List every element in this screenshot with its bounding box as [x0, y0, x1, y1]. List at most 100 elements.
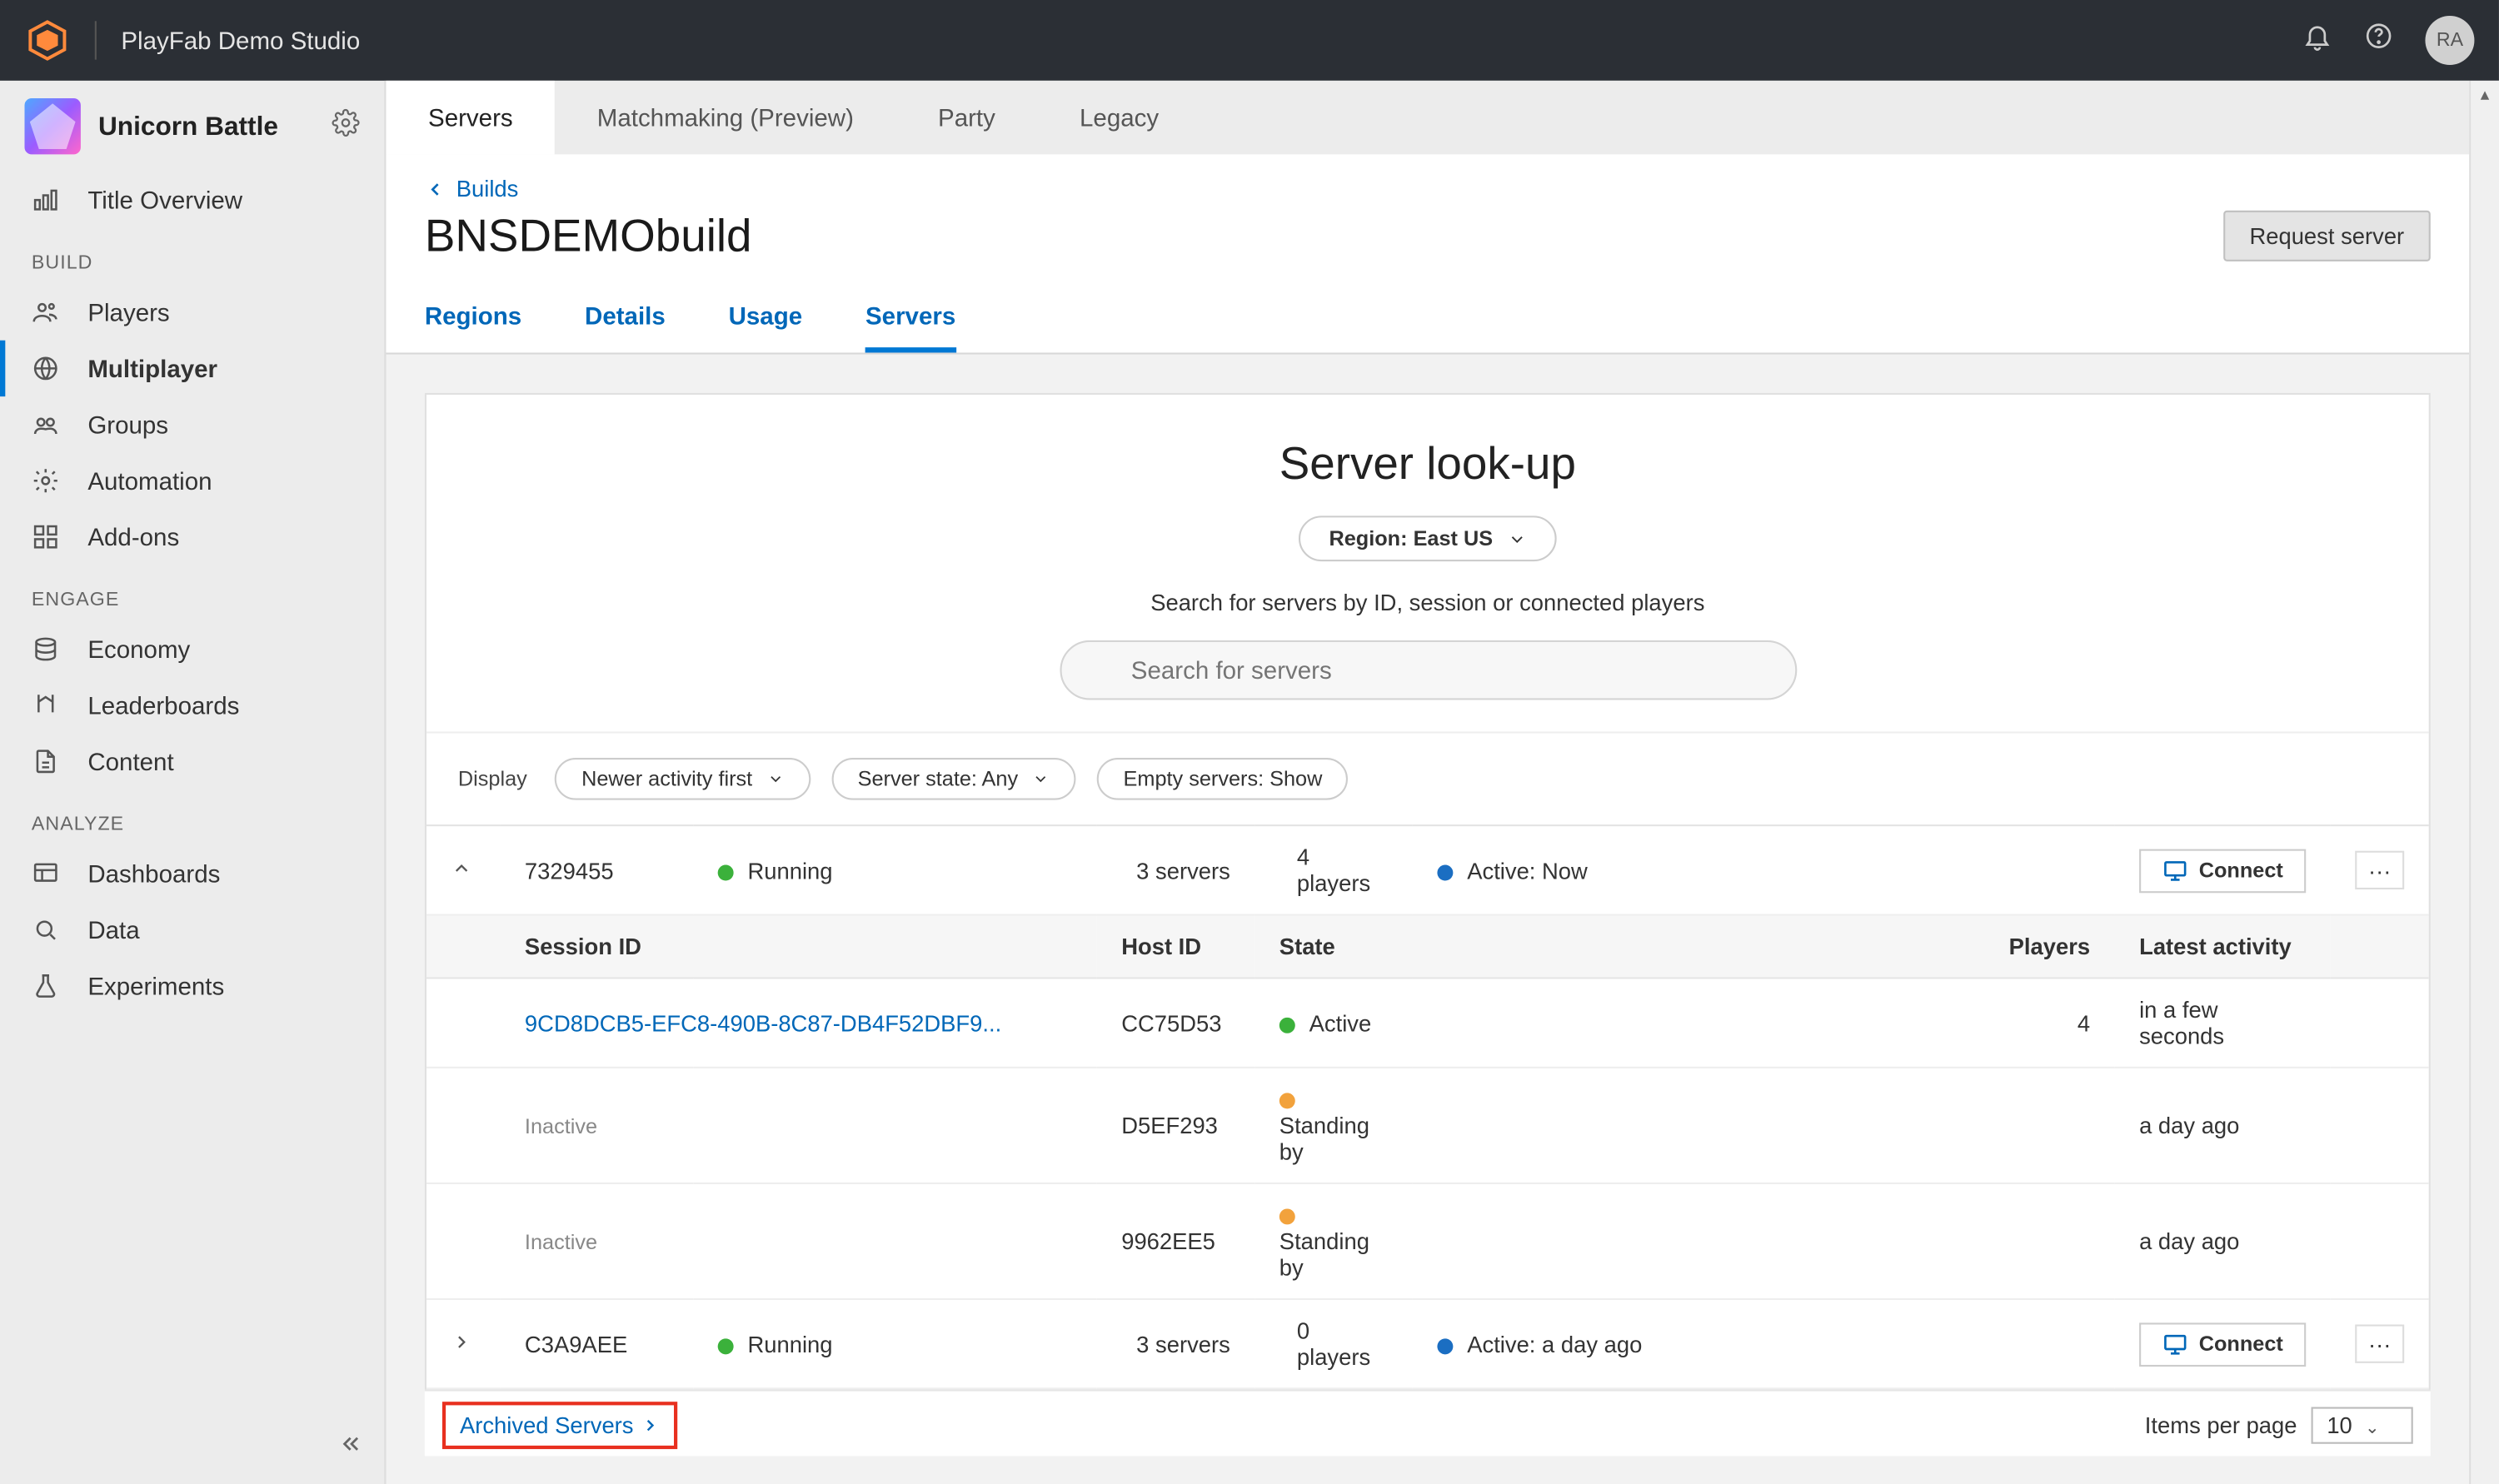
row-state: Active	[1254, 978, 1413, 1067]
scroll-up-icon[interactable]: ▴	[2471, 81, 2499, 111]
server-row: InactiveD5EF293Standing bya day ago	[426, 1068, 2429, 1183]
bell-icon[interactable]	[2302, 21, 2332, 59]
vertical-scrollbar[interactable]: ▴	[2469, 81, 2499, 1484]
tab-matchmaking[interactable]: Matchmaking (Preview)	[555, 81, 895, 154]
col-session: Session ID	[500, 915, 1096, 979]
lookup-title: Server look-up	[426, 437, 2429, 491]
nav-multiplayer[interactable]: Multiplayer	[0, 341, 384, 396]
row-players	[1413, 1068, 2115, 1183]
nav-label: Title Overview	[87, 186, 242, 214]
server-row: Inactive9962EE5Standing bya day ago	[426, 1183, 2429, 1299]
chevron-down-icon	[1507, 529, 1526, 548]
expander-icon[interactable]	[451, 857, 475, 884]
group-id: 7329455	[500, 825, 693, 914]
players-icon	[32, 298, 63, 326]
region-selector[interactable]: Region: East US	[1299, 515, 1556, 561]
items-per-page-label: Items per page	[2145, 1412, 2297, 1439]
footer-row: Archived Servers Items per page 10 ⌄	[425, 1390, 2431, 1457]
filter-state[interactable]: Server state: Any	[831, 758, 1076, 800]
title-icon	[24, 98, 80, 154]
group-id: C3A9AEE	[500, 1299, 693, 1388]
subtab-usage[interactable]: Usage	[729, 291, 803, 353]
session-inactive: Inactive	[525, 1114, 597, 1138]
server-card: Server look-up Region: East US Search fo…	[425, 393, 2431, 1392]
row-activity: a day ago	[2115, 1183, 2331, 1299]
chevron-down-icon	[1032, 770, 1050, 788]
nav-players[interactable]: Players	[0, 284, 384, 340]
economy-icon	[32, 635, 63, 664]
group-row[interactable]: 7329455 Running 3 servers 4 players Acti…	[426, 825, 2429, 914]
nav-addons[interactable]: Add-ons	[0, 509, 384, 565]
search-input[interactable]	[1059, 640, 1796, 700]
avatar[interactable]: RA	[2425, 16, 2474, 65]
nav-title-overview[interactable]: Title Overview	[0, 172, 384, 227]
title-selector[interactable]: Unicorn Battle	[0, 81, 384, 172]
gear-icon[interactable]	[332, 108, 360, 145]
server-row: 9CD8DCB5-EFC8-490B-8C87-DB4F52DBF9...CC7…	[426, 978, 2429, 1067]
filter-empty[interactable]: Empty servers: Show	[1097, 758, 1349, 800]
nav-content[interactable]: Content	[0, 734, 384, 789]
nav-data[interactable]: Data	[0, 902, 384, 958]
row-activity: a day ago	[2115, 1068, 2331, 1183]
items-per-page-select[interactable]: 10 ⌄	[2311, 1407, 2412, 1444]
nav-groups[interactable]: Groups	[0, 396, 384, 452]
nav-label: Content	[87, 747, 173, 775]
experiments-icon	[32, 972, 63, 1000]
divider	[95, 21, 97, 59]
display-label: Display	[458, 767, 527, 791]
col-activity: Latest activity	[2115, 915, 2331, 979]
more-button[interactable]: ···	[2355, 1325, 2404, 1363]
connect-button[interactable]: Connect	[2139, 849, 2306, 893]
studio-name[interactable]: PlayFab Demo Studio	[121, 27, 360, 55]
subtab-details[interactable]: Details	[585, 291, 666, 353]
groups-icon	[32, 411, 63, 439]
data-icon	[32, 916, 63, 944]
group-row[interactable]: C3A9AEE Running 3 servers 0 players Acti…	[426, 1299, 2429, 1388]
more-button[interactable]: ···	[2355, 851, 2404, 889]
nav-label: Economy	[87, 635, 190, 664]
session-link[interactable]: 9CD8DCB5-EFC8-490B-8C87-DB4F52DBF9...	[525, 1009, 1001, 1036]
tab-servers[interactable]: Servers	[386, 81, 555, 154]
filter-sort[interactable]: Newer activity first	[555, 758, 810, 800]
nav-leaderboards[interactable]: Leaderboards	[0, 677, 384, 733]
chevron-right-icon	[641, 1416, 660, 1435]
group-status: Running	[693, 1299, 1097, 1388]
breadcrumb[interactable]: Builds	[425, 176, 2431, 202]
subtab-servers[interactable]: Servers	[865, 291, 955, 353]
search-box	[1059, 640, 1796, 700]
nav-dashboards[interactable]: Dashboards	[0, 845, 384, 901]
nav-automation[interactable]: Automation	[0, 453, 384, 509]
expander-icon[interactable]	[451, 1331, 475, 1357]
tab-legacy[interactable]: Legacy	[1037, 81, 1200, 154]
playfab-logo-icon	[24, 17, 70, 63]
subtab-regions[interactable]: Regions	[425, 291, 521, 353]
servers-table: 7329455 Running 3 servers 4 players Acti…	[426, 824, 2429, 1389]
nav-label: Groups	[87, 411, 168, 439]
nav-experiments[interactable]: Experiments	[0, 958, 384, 1013]
group-servers: 3 servers	[1097, 825, 1255, 914]
archived-servers-link[interactable]: Archived Servers	[442, 1402, 677, 1449]
dashboards-icon	[32, 859, 63, 888]
content-icon	[32, 747, 63, 775]
section-build: BUILD	[0, 228, 384, 284]
multiplayer-icon	[32, 355, 63, 383]
archived-label: Archived Servers	[460, 1412, 634, 1439]
collapse-sidebar-icon[interactable]	[335, 1430, 363, 1467]
chevron-down-icon	[766, 770, 784, 788]
page-title: BNSDEMObuild	[425, 209, 752, 263]
row-state: Standing by	[1254, 1068, 1413, 1183]
nav-label: Experiments	[87, 972, 224, 1000]
help-icon[interactable]	[2364, 21, 2394, 59]
tab-party[interactable]: Party	[895, 81, 1037, 154]
host-id: 9962EE5	[1097, 1183, 1255, 1299]
breadcrumb-label: Builds	[456, 176, 519, 202]
row-activity: in a few seconds	[2115, 978, 2331, 1067]
group-active: Active: a day ago	[1413, 1299, 2115, 1388]
nav-label: Add-ons	[87, 523, 179, 551]
connect-button[interactable]: Connect	[2139, 1322, 2306, 1366]
nav-economy[interactable]: Economy	[0, 621, 384, 677]
request-server-button[interactable]: Request server	[2223, 211, 2431, 261]
group-players: 4 players	[1254, 825, 1413, 914]
overview-icon	[32, 186, 63, 214]
group-players: 0 players	[1254, 1299, 1413, 1388]
